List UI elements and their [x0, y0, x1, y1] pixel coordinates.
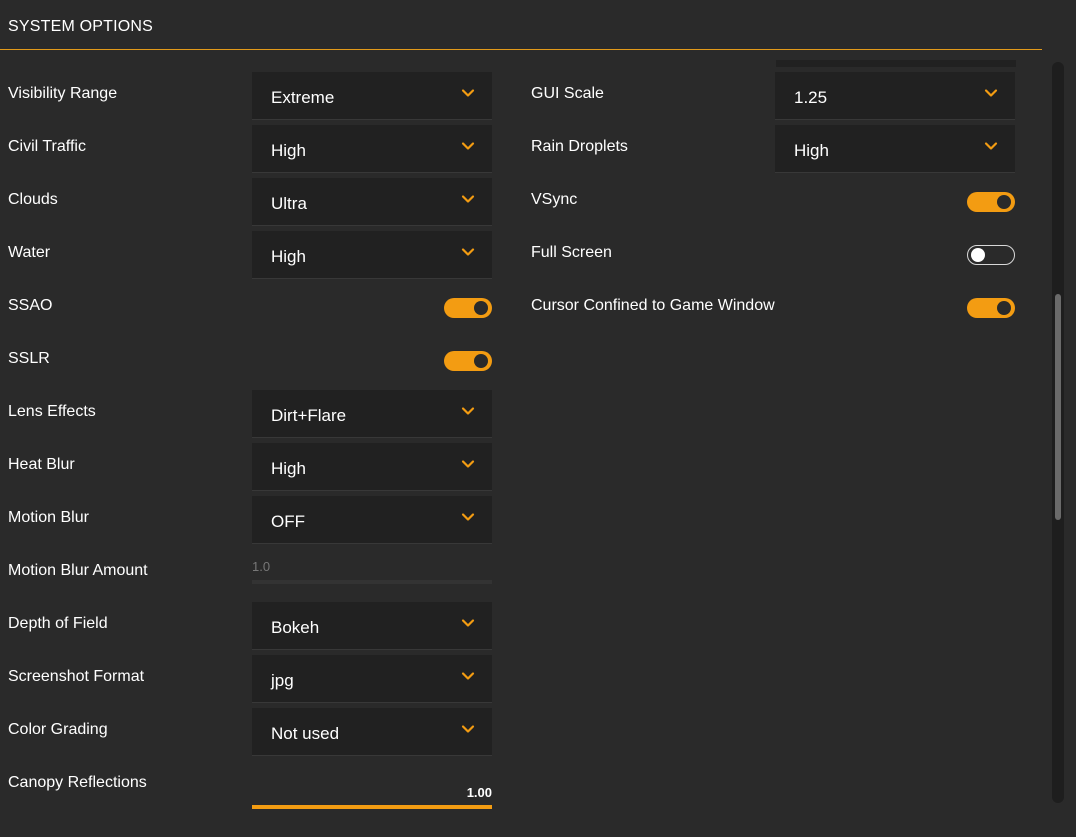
- gui-scale-value: 1.25: [794, 88, 828, 107]
- water-dropdown[interactable]: High: [252, 231, 492, 279]
- options-column-right: GUI Scale 1.25 Rain Droplets High VSync Full …: [523, 70, 1023, 335]
- water-label: Water: [8, 244, 51, 261]
- chevron-down-icon: [984, 86, 998, 100]
- vsync-toggle[interactable]: [967, 192, 1015, 212]
- slider-fill: [252, 805, 492, 809]
- canopy-reflections-value: 1.00: [466, 785, 492, 800]
- option-row-color-grading: Color Grading Not used: [0, 706, 500, 759]
- full-screen-label: Full Screen: [531, 244, 612, 261]
- color-grading-dropdown[interactable]: Not used: [252, 708, 492, 756]
- option-row-rain-droplets: Rain Droplets High: [523, 123, 1023, 176]
- option-row-full-screen: Full Screen: [523, 229, 1023, 282]
- option-row-cursor-confined: Cursor Confined to Game Window: [523, 282, 1023, 335]
- motion-blur-amount-value: 1.0: [252, 559, 271, 574]
- sslr-label: SSLR: [8, 350, 50, 367]
- option-row-civil-traffic: Civil Traffic High: [0, 123, 500, 176]
- ssao-toggle[interactable]: [444, 298, 492, 318]
- canopy-reflections-slider[interactable]: 1.00: [252, 761, 492, 809]
- civil-traffic-dropdown[interactable]: High: [252, 125, 492, 173]
- toggle-knob: [971, 248, 985, 262]
- chevron-down-icon: [461, 139, 475, 153]
- chevron-down-icon: [461, 669, 475, 683]
- option-row-gui-scale: GUI Scale 1.25: [523, 70, 1023, 123]
- color-grading-value: Not used: [271, 724, 340, 743]
- option-row-heat-blur: Heat Blur High: [0, 441, 500, 494]
- option-row-motion-blur-amount: Motion Blur Amount 1.0: [0, 547, 500, 600]
- section-title: SYSTEM OPTIONS: [8, 18, 154, 35]
- motion-blur-amount-label: Motion Blur Amount: [8, 562, 148, 579]
- slider-track: [252, 805, 492, 809]
- option-row-depth-of-field: Depth of Field Bokeh: [0, 600, 500, 653]
- toggle-knob: [997, 195, 1011, 209]
- toggle-knob: [997, 301, 1011, 315]
- scrollbar[interactable]: [1052, 62, 1064, 803]
- lens-effects-value: Dirt+Flare: [271, 406, 347, 425]
- option-row-ssao: SSAO: [0, 282, 500, 335]
- motion-blur-amount-slider[interactable]: 1.0: [252, 549, 492, 597]
- depth-of-field-label: Depth of Field: [8, 615, 108, 632]
- chevron-down-icon: [461, 510, 475, 524]
- vsync-label: VSync: [531, 191, 578, 208]
- chevron-down-icon: [984, 139, 998, 153]
- clouds-value: Ultra: [271, 194, 307, 213]
- visibility-range-dropdown[interactable]: Extreme: [252, 72, 492, 120]
- chevron-down-icon: [461, 404, 475, 418]
- sslr-toggle[interactable]: [444, 351, 492, 371]
- heat-blur-value: High: [271, 459, 306, 478]
- screenshot-format-value: jpg: [271, 671, 294, 690]
- rain-droplets-label: Rain Droplets: [531, 138, 628, 155]
- chevron-down-icon: [461, 722, 475, 736]
- chevron-down-icon: [461, 86, 475, 100]
- screenshot-format-label: Screenshot Format: [8, 668, 145, 685]
- option-row-motion-blur: Motion Blur OFF: [0, 494, 500, 547]
- toggle-knob: [474, 354, 488, 368]
- option-row-visibility-range: Visibility Range Extreme: [0, 70, 500, 123]
- chevron-down-icon: [461, 457, 475, 471]
- gui-scale-label: GUI Scale: [531, 85, 604, 102]
- option-row-vsync: VSync: [523, 176, 1023, 229]
- heat-blur-dropdown[interactable]: High: [252, 443, 492, 491]
- cursor-confined-toggle[interactable]: [967, 298, 1015, 318]
- color-grading-label: Color Grading: [8, 721, 108, 738]
- rain-droplets-dropdown[interactable]: High: [775, 125, 1015, 173]
- clouds-dropdown[interactable]: Ultra: [252, 178, 492, 226]
- visibility-range-value: Extreme: [271, 88, 335, 107]
- lens-effects-dropdown[interactable]: Dirt+Flare: [252, 390, 492, 438]
- motion-blur-value: OFF: [271, 512, 305, 531]
- chevron-down-icon: [461, 245, 475, 259]
- option-row-sslr: SSLR: [0, 335, 500, 388]
- options-column-left: Visibility Range Extreme Civil Traffic High…: [0, 70, 500, 812]
- heat-blur-label: Heat Blur: [8, 456, 75, 473]
- ssao-label: SSAO: [8, 297, 53, 314]
- slider-track: [252, 580, 492, 584]
- cursor-confined-label: Cursor Confined to Game Window: [531, 297, 775, 314]
- depth-of-field-value: Bokeh: [271, 618, 320, 637]
- full-screen-toggle[interactable]: [967, 245, 1015, 265]
- screenshot-format-dropdown[interactable]: jpg: [252, 655, 492, 703]
- chevron-down-icon: [461, 192, 475, 206]
- water-value: High: [271, 247, 306, 266]
- gui-scale-dropdown[interactable]: 1.25: [775, 72, 1015, 120]
- visibility-range-label: Visibility Range: [8, 85, 118, 102]
- section-header: SYSTEM OPTIONS: [0, 0, 1042, 50]
- canopy-reflections-label: Canopy Reflections: [8, 774, 147, 791]
- motion-blur-label: Motion Blur: [8, 509, 89, 526]
- clouds-label: Clouds: [8, 191, 58, 208]
- option-row-clouds: Clouds Ultra: [0, 176, 500, 229]
- option-row-lens-effects: Lens Effects Dirt+Flare: [0, 388, 500, 441]
- chevron-down-icon: [461, 616, 475, 630]
- civil-traffic-value: High: [271, 141, 306, 160]
- motion-blur-dropdown[interactable]: OFF: [252, 496, 492, 544]
- scrollbar-thumb[interactable]: [1055, 294, 1061, 520]
- rain-droplets-value: High: [794, 141, 829, 160]
- option-row-screenshot-format: Screenshot Format jpg: [0, 653, 500, 706]
- partial-dropdown-above[interactable]: [776, 60, 1016, 67]
- toggle-knob: [474, 301, 488, 315]
- civil-traffic-label: Civil Traffic: [8, 138, 86, 155]
- option-row-water: Water High: [0, 229, 500, 282]
- lens-effects-label: Lens Effects: [8, 403, 96, 420]
- option-row-canopy-reflections: Canopy Reflections 1.00: [0, 759, 500, 812]
- depth-of-field-dropdown[interactable]: Bokeh: [252, 602, 492, 650]
